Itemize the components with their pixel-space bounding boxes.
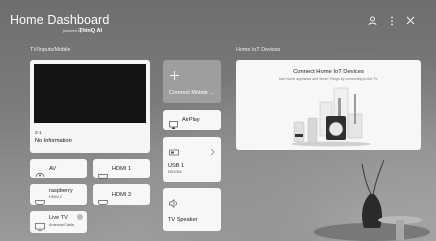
home-dashboard-screen: Home Dashboard powered by ThinQ AI TV/In… [0, 0, 436, 241]
usb-icon [169, 143, 179, 161]
usb1-label: USB 1 [168, 163, 185, 169]
tv-icon [35, 218, 45, 236]
more-options-icon[interactable] [390, 16, 394, 29]
channel-info: No Information [35, 138, 72, 144]
av-label: AV [49, 166, 57, 172]
selected-indicator-icon [77, 214, 83, 220]
tv-speaker-label: TV Speaker [168, 217, 198, 223]
av-icon [35, 165, 45, 183]
section-label-iot: Home IoT Devices [236, 47, 281, 53]
connect-mobile-label: Connect Mobile ... [169, 90, 215, 96]
page-title: Home Dashboard [10, 13, 110, 27]
hdmi3-label: HDMI 3 [112, 192, 131, 198]
airplay-card[interactable]: AirPlay [163, 110, 221, 130]
hdmi3-input-card[interactable]: HDMI 3 [93, 184, 150, 205]
tv-speaker-card[interactable]: TV Speaker [163, 188, 221, 231]
usb1-card[interactable]: USB 1 NS1081 [163, 137, 221, 182]
airplay-icon [169, 116, 178, 134]
hdmi1-label: HDMI 1 [112, 166, 131, 172]
plus-icon [170, 67, 179, 85]
hdmi2-label: raspberry [49, 188, 73, 194]
live-tv-label: Live TV [49, 215, 68, 221]
hdmi-icon [98, 166, 108, 184]
av-input-card[interactable]: AV [30, 159, 87, 178]
hdmi1-input-card[interactable]: HDMI 1 [93, 159, 150, 179]
iot-card-description: Use Home appliance and Smart Things by c… [278, 77, 379, 81]
tv-preview-screen [34, 64, 146, 123]
iot-card-title: Connect Home IoT Devices [293, 69, 364, 75]
live-tv-input-card[interactable]: Live TV Antenna/Cable [30, 211, 87, 233]
connect-mobile-card[interactable]: Connect Mobile ... [163, 60, 221, 103]
thinq-logo: ThinQ AI [79, 27, 103, 34]
account-icon[interactable] [368, 16, 377, 29]
room-decor-image [314, 159, 430, 241]
usb1-sublabel: NS1081 [168, 170, 182, 174]
appliances-illustration-icon [291, 87, 371, 147]
speaker-icon [169, 195, 179, 213]
airplay-label: AirPlay [182, 117, 200, 123]
live-tv-sublabel: Antenna/Cable [49, 223, 75, 227]
hdmi2-sublabel: HDMI 2 [49, 195, 62, 199]
section-label-tv-inputs: TV/Inputs/Mobile [30, 47, 71, 53]
hdmi2-input-card[interactable]: raspberry HDMI 2 [30, 184, 87, 205]
connect-iot-card[interactable]: Connect Home IoT Devices Use Home applia… [236, 60, 421, 150]
chevron-right-icon [210, 143, 215, 161]
close-icon[interactable] [406, 16, 415, 28]
hdmi-icon [98, 192, 108, 210]
live-tv-preview-card[interactable]: 2-1 No Information [30, 60, 150, 153]
hdmi-icon [35, 192, 45, 210]
channel-number: 2-1 [35, 130, 42, 135]
